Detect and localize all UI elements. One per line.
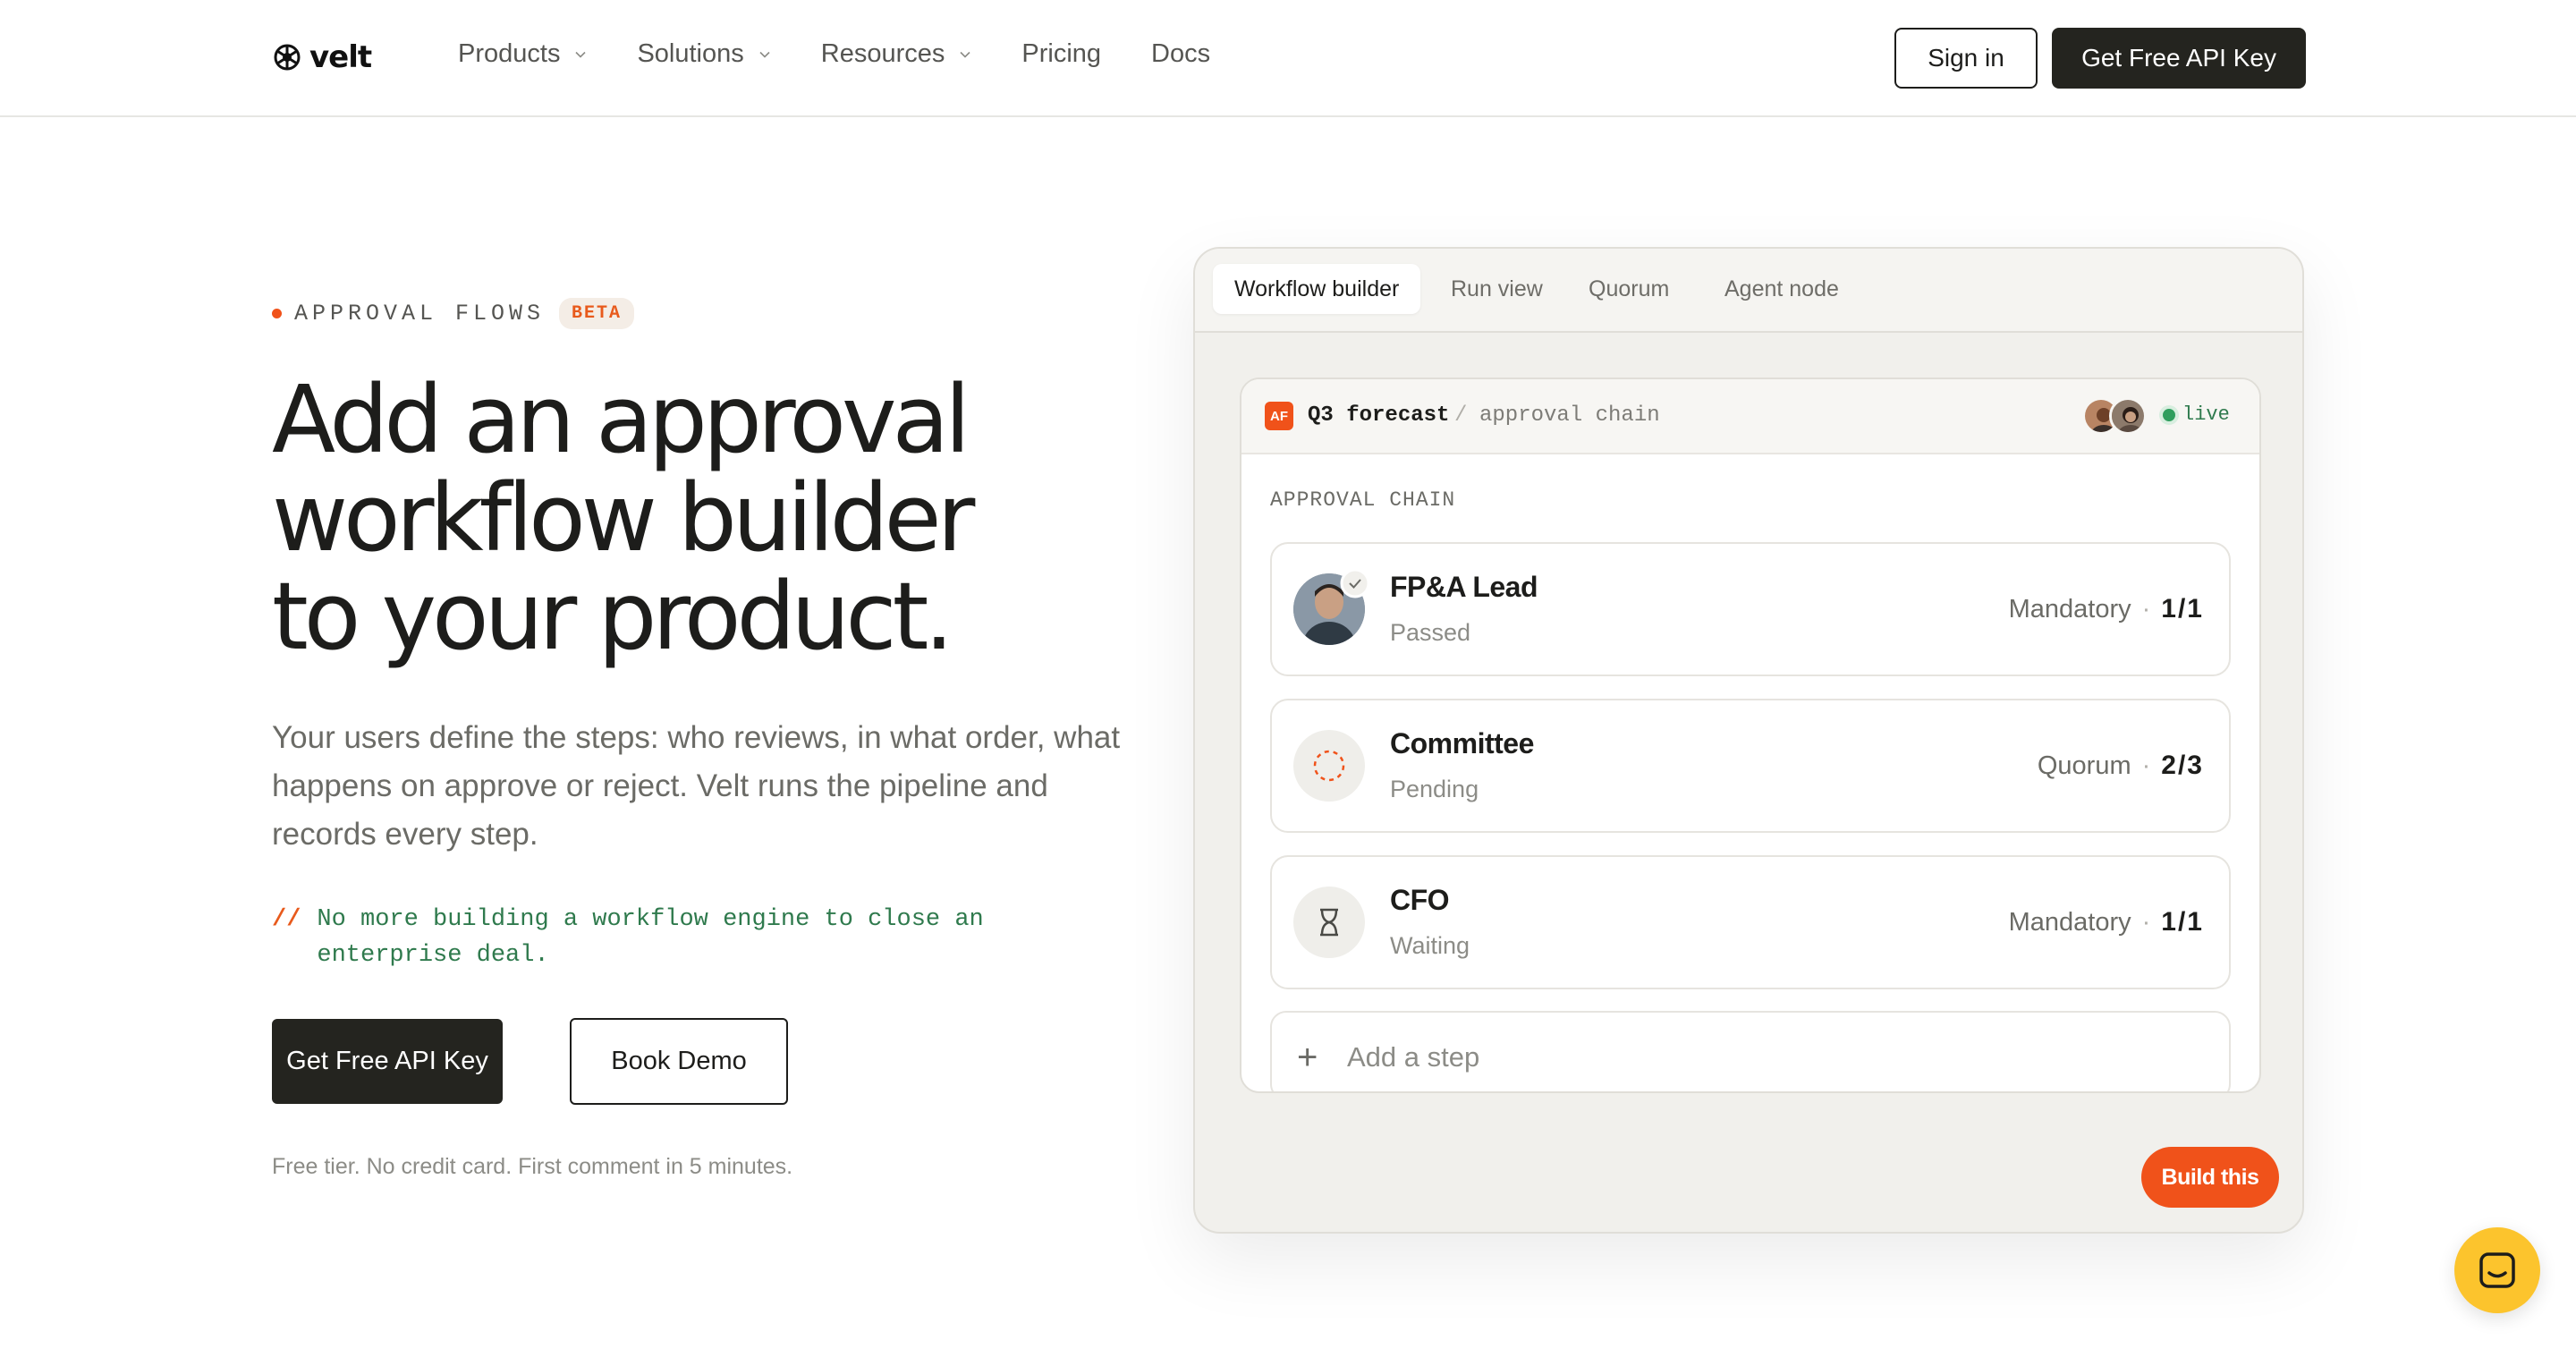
live-dot-icon [2163,408,2175,421]
comment-slashes: // [272,906,301,933]
step-state: Waiting [1390,932,1470,959]
nav-get-api-key-button[interactable]: Get Free API Key [2052,28,2306,89]
book-demo-button[interactable]: Book Demo [570,1018,788,1105]
workflow-demo-card: Workflow builder Run view Quorum Agent n… [1193,247,2304,1234]
hero-subtext: Your users define the steps: who reviews… [272,720,1121,852]
step-name: FP&A Lead [1390,571,1538,603]
step-name: CFO [1390,884,1450,916]
rule-count: 2/3 [2161,751,2204,780]
fine-print: Free tier. No credit card. First comment… [272,1154,793,1179]
hourglass-icon [1293,887,1365,958]
nav-resources-label: Resources [820,39,945,68]
tab-run-view[interactable]: Run view [1429,264,1564,314]
doc-title: Q3 forecast [1308,403,1450,428]
step-name: Committee [1390,727,1534,759]
rule-type: Quorum [2037,751,2131,780]
plus-icon: + [1297,1038,1318,1077]
nav-solutions[interactable]: Solutions [637,39,770,69]
build-this-button[interactable]: Build this [2141,1147,2279,1208]
eyebrow-dot-icon [272,309,282,318]
sign-in-button[interactable]: Sign in [1894,28,2038,89]
add-step-button[interactable]: + Add a step [1270,1011,2231,1091]
rule-count: 1/1 [2161,594,2204,624]
eyebrow: APPROVAL FLOWS BETA [272,298,635,329]
step-committee[interactable]: Committee Pending Quorum · 2/3 [1270,699,2231,833]
nav-docs-label: Docs [1151,39,1211,68]
nav-products-label: Products [458,39,561,68]
main-menu: Products Solutions Resources Pricing Doc… [458,39,1260,69]
step-rule: Quorum · 2/3 [2037,751,2204,780]
hero-headline: Add an approval workflow builder to your… [272,370,1077,666]
collaborator-avatars [2082,397,2154,435]
live-label: live [2182,403,2230,426]
dashed-circle-icon [1293,730,1365,802]
chain-label: APPROVAL CHAIN [1270,488,1456,512]
step-cfo[interactable]: CFO Waiting Mandatory · 1/1 [1270,855,2231,989]
code-note: // No more building a workflow engine to… [272,902,996,973]
doc-badge: AF [1265,402,1293,430]
chevron-down-icon [759,51,770,58]
chat-launcher-button[interactable] [2454,1227,2540,1313]
rule-type: Mandatory [2008,594,2131,624]
code-note-text: No more building a workflow engine to cl… [317,906,984,969]
demo-tabs: Workflow builder Run view Quorum Agent n… [1195,249,2302,333]
doc-subtitle: approval chain [1479,403,1660,428]
velt-logo[interactable]: velt [274,39,372,75]
nav-pricing[interactable]: Pricing [1021,39,1101,69]
tab-workflow-builder[interactable]: Workflow builder [1213,264,1421,314]
eyebrow-label: APPROVAL FLOWS [294,301,546,327]
live-indicator: live [2163,403,2230,426]
step-rule: Mandatory · 1/1 [2008,594,2204,624]
nav-solutions-label: Solutions [637,39,744,68]
step-fpa-lead[interactable]: FP&A Lead Passed Mandatory · 1/1 [1270,542,2231,676]
check-icon [1340,568,1370,598]
add-step-label: Add a step [1347,1041,1480,1073]
breadcrumb-separator: / [1454,403,1468,428]
top-nav: velt Products Solutions Resources Pricin… [0,0,2576,117]
chevron-down-icon [575,51,587,58]
tab-agent-node[interactable]: Agent node [1703,264,1860,314]
nav-pricing-label: Pricing [1021,39,1102,68]
chat-icon [2479,1252,2515,1288]
rule-count: 1/1 [2161,907,2204,937]
step-state: Pending [1390,776,1479,802]
nav-products[interactable]: Products [458,39,587,69]
avatar [2109,397,2147,435]
beta-badge: BETA [559,298,635,329]
document-header: AF Q3 forecast / approval chain live [1241,379,2259,454]
nav-docs[interactable]: Docs [1151,39,1210,69]
headline-line-1: Add an approval [272,365,970,474]
logo-wordmark: velt [309,39,372,75]
headline-line-3: to your product. [272,562,953,671]
approval-chain-panel: AF Q3 forecast / approval chain live APP… [1240,378,2261,1093]
hero-get-api-key-button[interactable]: Get Free API Key [272,1019,503,1104]
chevron-down-icon [960,51,970,58]
step-state: Passed [1390,619,1471,646]
tab-quorum[interactable]: Quorum [1567,264,1690,314]
velt-logo-icon [274,44,301,71]
rule-type: Mandatory [2008,907,2131,937]
headline-line-2: workflow builder [272,463,975,573]
step-rule: Mandatory · 1/1 [2008,907,2204,937]
nav-resources[interactable]: Resources [821,39,972,69]
approver-avatar [1293,568,1370,645]
